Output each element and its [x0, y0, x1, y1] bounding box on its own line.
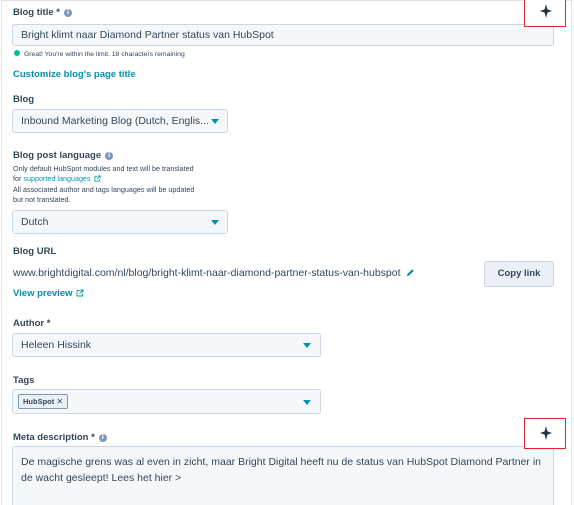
ai-assist-button-title[interactable]	[524, 0, 566, 27]
success-dot-icon	[14, 50, 20, 56]
meta-description-label: Meta description * i	[13, 432, 107, 443]
remove-tag-icon[interactable]: ✕	[56, 397, 63, 406]
info-icon: i	[98, 434, 107, 442]
view-preview-link[interactable]: View preview	[13, 288, 84, 299]
chevron-down-icon	[211, 119, 219, 124]
external-link-icon	[76, 289, 83, 297]
blog-title-label: Blog title * i	[13, 7, 72, 18]
chevron-down-icon	[211, 220, 219, 225]
blog-url-text: www.brightdigital.com/nl/blog/bright-kli…	[13, 267, 415, 279]
language-select[interactable]: Dutch	[12, 210, 228, 234]
blog-select[interactable]: Inbound Marketing Blog (Dutch, Englis...	[12, 109, 228, 133]
language-label: Blog post language i	[13, 150, 114, 161]
chevron-down-icon	[303, 343, 311, 348]
blog-select-value: Inbound Marketing Blog (Dutch, Englis...	[21, 115, 209, 127]
chevron-down-icon	[303, 400, 311, 405]
copy-link-button[interactable]: Copy link	[484, 261, 554, 287]
sparkle-icon	[540, 4, 552, 18]
language-select-value: Dutch	[21, 216, 49, 228]
pencil-icon[interactable]	[406, 268, 415, 277]
customize-title-link[interactable]: Customize blog's page title	[13, 69, 136, 80]
supported-languages-link[interactable]: supported languages	[23, 174, 90, 183]
meta-description-textarea[interactable]: De magische grens was al even in zicht, …	[12, 446, 554, 505]
blog-title-hint: Great! You're within the limit. 18 chara…	[14, 50, 185, 60]
blog-title-input[interactable]: Bright klimt naar Diamond Partner status…	[12, 24, 554, 46]
blog-label: Blog	[13, 94, 35, 105]
language-note: Only default HubSpot modules and text wi…	[13, 164, 195, 205]
tag-chip: HubSpot ✕	[18, 394, 69, 409]
info-icon: i	[63, 9, 72, 17]
author-select[interactable]: Heleen Hissink	[12, 333, 321, 357]
author-select-value: Heleen Hissink	[21, 339, 92, 351]
sparkle-icon	[540, 426, 552, 440]
info-icon: i	[105, 152, 114, 160]
external-link-icon	[94, 175, 101, 182]
blog-url-label: Blog URL	[13, 246, 57, 257]
tags-label: Tags	[13, 375, 35, 386]
author-label: Author *	[13, 318, 51, 329]
ai-assist-button-meta[interactable]	[524, 418, 566, 449]
tags-select[interactable]: HubSpot ✕	[12, 389, 321, 414]
